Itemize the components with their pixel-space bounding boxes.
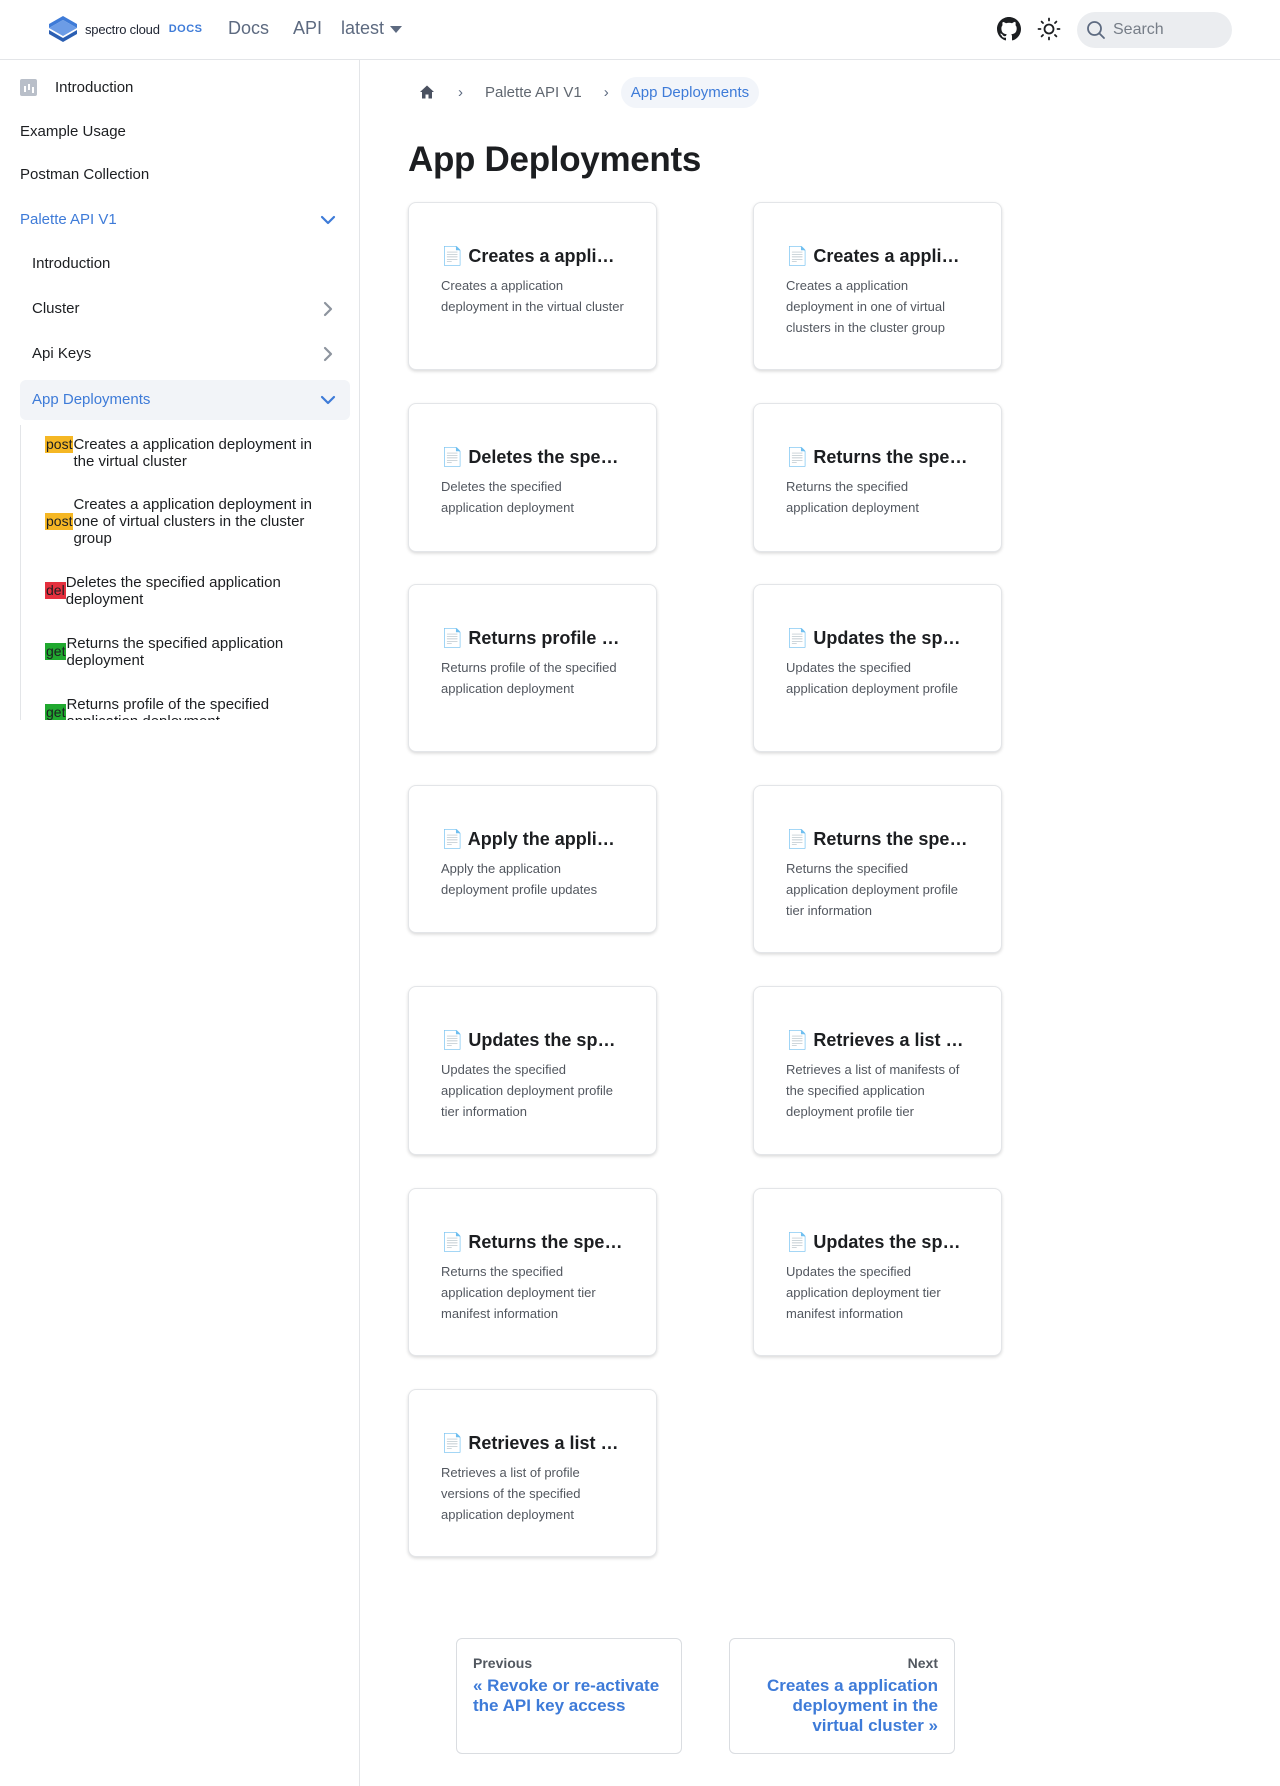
pagination-sublabel: Next [907, 1655, 938, 1671]
doc-card[interactable]: 📄 Creates a application deployment in th… [408, 202, 657, 370]
method-label: Deletes the specified application deploy… [65, 574, 281, 608]
spectro-cloud-logo-icon [49, 16, 77, 42]
pagination-label: « Revoke or re-activate the API key acce… [473, 1676, 660, 1715]
sidebar-item-postman-collection[interactable]: Postman Collection [20, 166, 149, 183]
chart-icon [20, 79, 37, 96]
card-title: 📄 Updates the specified application depl… [441, 1030, 624, 1050]
sidebar-method-item[interactable]: get Returns the specified application de… [45, 635, 335, 669]
sidebar-method-item[interactable]: get Returns profile of the specified app… [45, 696, 335, 720]
method-label: Creates a application deployment in one … [73, 496, 312, 547]
logo-text: spectro cloud [85, 21, 160, 37]
doc-card[interactable]: 📄 Updates the specified application depl… [753, 584, 1002, 752]
doc-card[interactable]: 📄 Returns the specified application depl… [753, 785, 1002, 953]
chevron-right-icon[interactable] [318, 344, 338, 364]
home-icon[interactable] [408, 76, 446, 108]
card-title: 📄 Creates a application deployment in th… [441, 246, 624, 266]
search-placeholder: Search [1113, 21, 1164, 38]
card-title: 📄 Creates a application deployment in on… [786, 246, 969, 266]
pagination-sublabel: Previous [473, 1655, 533, 1671]
caret-down-icon [390, 26, 403, 33]
method-badge: get [45, 643, 67, 660]
doc-card[interactable]: 📄 Returns profile of the specified appli… [408, 584, 657, 752]
method-badge: del [45, 582, 66, 599]
search-input[interactable]: Search [1077, 12, 1232, 48]
sidebar-method-item[interactable]: del Deletes the specified application de… [45, 574, 335, 608]
sidebar-method-item[interactable]: post Creates a application deployment in… [45, 436, 335, 470]
pagination-label: Creates a application deployment in the … [766, 1676, 938, 1735]
breadcrumb: › Palette API V1 › App Deployments [408, 76, 760, 108]
card-description: Updates the specified application deploy… [441, 1062, 613, 1119]
doc-card[interactable]: 📄 Updates the specified application depl… [408, 986, 657, 1155]
card-description: Creates a application deployment in the … [441, 278, 624, 314]
card-title: 📄 Returns the specified application depl… [786, 829, 969, 849]
sidebar-item-example-usage[interactable]: Example Usage [20, 123, 126, 140]
top-navbar: spectro cloud DOCS Docs API latest Searc… [0, 0, 1280, 60]
doc-card[interactable]: 📄 Returns the specified application depl… [408, 1188, 657, 1356]
sidebar-menu[interactable]: Introduction Example Usage Postman Colle… [0, 60, 359, 720]
card-title: 📄 Returns profile of the specified appli… [441, 628, 624, 648]
sidebar-item-api-keys[interactable]: Api Keys [32, 345, 91, 362]
card-title: 📄 Deletes the specified application depl… [441, 447, 624, 467]
method-badge: post [45, 513, 74, 530]
nav-api-link[interactable]: API [293, 18, 322, 39]
sidebar-item-introduction-v1[interactable]: Introduction [32, 255, 110, 272]
sun-icon[interactable] [1037, 17, 1061, 41]
pagination-next[interactable]: Next Creates a application deployment in… [729, 1638, 955, 1754]
breadcrumb-palette-api-v1[interactable]: Palette API V1 [475, 84, 592, 101]
search-icon [1087, 21, 1105, 39]
card-description: Creates a application deployment in one … [786, 278, 945, 335]
doc-card[interactable]: 📄 Updates the specified application depl… [753, 1188, 1002, 1356]
sidebar-item-app-deployments[interactable]: App Deployments [32, 391, 150, 408]
doc-card[interactable]: 📄 Deletes the specified application depl… [408, 403, 657, 552]
method-badge: get [45, 704, 67, 720]
version-dropdown[interactable]: latest [341, 18, 403, 39]
card-title: 📄 Retrieves a list of manifests of the s… [786, 1030, 969, 1050]
chevron-down-icon[interactable] [318, 390, 338, 410]
page-title: App Deployments [408, 140, 702, 179]
method-badge: post [45, 436, 74, 453]
method-label: Returns the specified application deploy… [66, 635, 284, 669]
doc-card[interactable]: 📄 Retrieves a list of manifests of the s… [753, 986, 1002, 1155]
method-label: Returns profile of the specified applica… [66, 696, 270, 720]
sidebar-item-introduction[interactable]: Introduction [20, 79, 133, 96]
breadcrumb-current: App Deployments [620, 76, 760, 108]
card-description: Returns the specified application deploy… [786, 861, 958, 918]
chevron-right-icon[interactable] [318, 299, 338, 319]
card-description: Retrieves a list of manifests of the spe… [786, 1062, 960, 1119]
doc-card[interactable]: 📄 Retrieves a list of profile versions o… [408, 1389, 657, 1557]
tree-line [20, 425, 21, 720]
breadcrumb-separator-icon: › [603, 83, 609, 101]
version-label: latest [341, 18, 385, 38]
chevron-down-icon[interactable] [318, 210, 338, 230]
doc-card[interactable]: 📄 Returns the specified application depl… [753, 403, 1002, 552]
card-description: Returns the specified application deploy… [786, 479, 919, 515]
card-title: 📄 Returns the specified application depl… [786, 447, 969, 467]
pagination-previous[interactable]: Previous « Revoke or re-activate the API… [456, 1638, 682, 1754]
sidebar-method-item[interactable]: post Creates a application deployment in… [45, 496, 335, 547]
card-description: Deletes the specified application deploy… [441, 479, 574, 515]
nav-docs-link[interactable]: Docs [228, 18, 269, 39]
method-label: Creates a application deployment in the … [73, 436, 312, 470]
card-title: 📄 Apply the application deployment profi… [441, 829, 624, 849]
card-description: Retrieves a list of profile versions of … [441, 1465, 581, 1522]
card-description: Updates the specified application deploy… [786, 1264, 941, 1321]
sidebar-category-palette-api-v1[interactable]: Palette API V1 [20, 211, 117, 228]
card-title: 📄 Retrieves a list of profile versions o… [441, 1433, 624, 1453]
card-title: 📄 Returns the specified application depl… [441, 1232, 624, 1252]
card-description: Apply the application deployment profile… [441, 861, 598, 897]
card-description: Returns profile of the specified applica… [441, 660, 617, 696]
breadcrumb-separator-icon: › [458, 83, 463, 101]
card-description: Updates the specified application deploy… [786, 660, 958, 696]
doc-card[interactable]: 📄 Creates a application deployment in on… [753, 202, 1002, 370]
card-description: Returns the specified application deploy… [441, 1264, 596, 1321]
github-icon[interactable] [997, 17, 1021, 41]
sidebar-item-label: Introduction [55, 79, 134, 96]
card-title: 📄 Updates the specified application depl… [786, 1232, 969, 1252]
doc-card[interactable]: 📄 Apply the application deployment profi… [408, 785, 657, 933]
card-title: 📄 Updates the specified application depl… [786, 628, 969, 648]
sidebar-item-cluster[interactable]: Cluster [32, 300, 80, 317]
logo-docs-badge: DOCS [168, 23, 203, 35]
sidebar: Introduction Example Usage Postman Colle… [0, 60, 360, 1786]
logo-link[interactable]: spectro cloud DOCS [47, 14, 203, 44]
